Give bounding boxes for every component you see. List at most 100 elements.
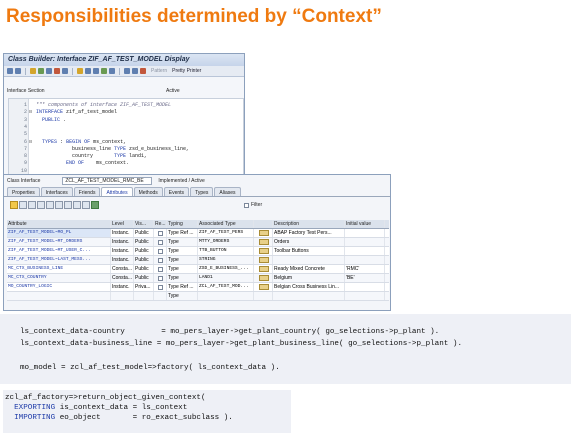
- column-header[interactable]: Associated Type: [198, 220, 254, 228]
- cell-level[interactable]: Instanc.: [111, 238, 134, 246]
- table-row[interactable]: Type: [7, 292, 389, 301]
- paste-icon[interactable]: [37, 201, 45, 209]
- navigate-type-icon[interactable]: [258, 257, 269, 263]
- check-icon[interactable]: [46, 68, 52, 74]
- read-only-checkbox[interactable]: [158, 266, 163, 272]
- column-header[interactable]: Initial value: [345, 220, 385, 228]
- cell-initial[interactable]: [345, 283, 385, 291]
- cell-description[interactable]: Toolbar Buttons: [273, 247, 345, 255]
- cell-typing[interactable]: Type: [167, 238, 198, 246]
- read-only-checkbox[interactable]: [158, 284, 163, 290]
- read-only-checkbox[interactable]: [158, 248, 163, 254]
- cell-initial[interactable]: [345, 238, 385, 246]
- pretty-printer-button[interactable]: Pretty Printer: [172, 68, 201, 74]
- tab-events[interactable]: Events: [163, 187, 190, 196]
- read-only-checkbox[interactable]: [158, 257, 163, 263]
- cell-level[interactable]: Instanc.: [111, 247, 134, 255]
- layout-icon[interactable]: [132, 68, 138, 74]
- tab-types[interactable]: Types: [190, 187, 214, 196]
- cell-level[interactable]: Instanc.: [111, 229, 134, 237]
- tab-interfaces[interactable]: Interfaces: [40, 187, 73, 196]
- cell-description[interactable]: Belgian Cross Business Lin...: [273, 283, 345, 291]
- cell-attribute[interactable]: MO_COUNTRY_LOGIC: [7, 283, 111, 291]
- table-row[interactable]: ZIF_AF_TEST_MODEL~MT_USER_C... Instanc. Pu…: [7, 247, 389, 256]
- cell-description[interactable]: Ready Mixed Concrete: [273, 265, 345, 273]
- code-editor[interactable]: 1 *"* components of interface ZIF_AF_TES…: [8, 98, 244, 175]
- read-only-checkbox[interactable]: [158, 275, 163, 281]
- new-attribute-icon[interactable]: [10, 201, 18, 209]
- back-icon[interactable]: [7, 68, 13, 74]
- column-header[interactable]: Level: [111, 220, 134, 228]
- filter-option[interactable]: Filter: [244, 202, 262, 208]
- tab-friends[interactable]: Friends: [73, 187, 101, 196]
- detail-view-icon[interactable]: [73, 201, 81, 209]
- cell-navigate[interactable]: [254, 283, 273, 291]
- table-row[interactable]: MO_COUNTRY_LOGIC Instanc. Priva... Type Ref…: [7, 283, 389, 292]
- table-icon[interactable]: [91, 201, 99, 209]
- cell-typing[interactable]: Type: [167, 247, 198, 255]
- cell-assoc-type[interactable]: TTB_BUTTON: [198, 247, 254, 255]
- delete-row-icon[interactable]: [55, 201, 63, 209]
- copy-icon[interactable]: [28, 201, 36, 209]
- navigate-type-icon[interactable]: [258, 275, 269, 281]
- cell-assoc-type[interactable]: STRING: [198, 256, 254, 264]
- pattern-button[interactable]: Pattern: [151, 68, 167, 74]
- cut-icon[interactable]: [19, 201, 27, 209]
- cell-read-only[interactable]: [154, 247, 167, 255]
- column-header[interactable]: Attribute: [7, 220, 111, 228]
- cell-attribute[interactable]: ZIF_AF_TEST_MODEL~MT_ORDERS: [7, 238, 111, 246]
- cell-assoc-type[interactable]: MTTY_ORDERS: [198, 238, 254, 246]
- undo-icon[interactable]: [64, 201, 72, 209]
- column-header[interactable]: Re...: [154, 220, 167, 228]
- cell-initial[interactable]: 'BE': [345, 274, 385, 282]
- cell-level[interactable]: Instanc.: [111, 283, 134, 291]
- cell-read-only[interactable]: [154, 238, 167, 246]
- cell-assoc-type[interactable]: ZCL_AF_TEST_MOD...: [198, 283, 254, 291]
- column-header[interactable]: Description: [273, 220, 345, 228]
- display-change-icon[interactable]: [38, 68, 44, 74]
- cell-assoc-type[interactable]: ZIF_AF_TEST_PERS: [198, 229, 254, 237]
- display-object-list-icon[interactable]: [101, 68, 107, 74]
- cell-attribute[interactable]: ZIF_AF_TEST_MODEL~MO_PL: [7, 229, 111, 237]
- cell-level[interactable]: Instanc.: [111, 256, 134, 264]
- cell-typing[interactable]: Type Ref ...: [167, 229, 198, 237]
- cell-initial[interactable]: [345, 229, 385, 237]
- cell-level[interactable]: [111, 292, 134, 300]
- cell-navigate[interactable]: [254, 265, 273, 273]
- cell-level[interactable]: Consta...: [111, 274, 134, 282]
- cell-typing[interactable]: Type: [167, 274, 198, 282]
- cell-initial[interactable]: [345, 292, 385, 300]
- cell-navigate[interactable]: [254, 238, 273, 246]
- insert-row-icon[interactable]: [46, 201, 54, 209]
- cell-description[interactable]: Belgium: [273, 274, 345, 282]
- table-row[interactable]: ZIF_AF_TEST_MODEL~MO_PL Instanc. Public Typ…: [7, 229, 389, 238]
- cell-read-only[interactable]: [154, 274, 167, 282]
- activate-icon[interactable]: [54, 68, 60, 74]
- cell-attribute[interactable]: ZIF_AF_TEST_MODEL~LAST_MESS...: [7, 256, 111, 264]
- class-name-field[interactable]: ZCL_AF_TEST_MODEL_RMC_BE: [62, 176, 153, 185]
- table-row[interactable]: ZIF_AF_TEST_MODEL~MT_ORDERS Instanc. Publi…: [7, 238, 389, 247]
- cell-description[interactable]: Orders: [273, 238, 345, 246]
- cell-visibility[interactable]: [134, 292, 154, 300]
- where-used-icon[interactable]: [77, 68, 83, 74]
- navigate-type-icon[interactable]: [258, 266, 269, 272]
- cell-typing[interactable]: Type Ref ...: [167, 283, 198, 291]
- cell-assoc-type[interactable]: ZSD_E_BUSINESS_...: [198, 265, 254, 273]
- cell-typing[interactable]: Type: [167, 292, 198, 300]
- cell-read-only[interactable]: [154, 256, 167, 264]
- navigate-type-icon[interactable]: [258, 239, 269, 245]
- cell-visibility[interactable]: Public: [134, 247, 154, 255]
- hierarchy-icon[interactable]: [93, 68, 99, 74]
- sort-icon[interactable]: [82, 201, 90, 209]
- cell-navigate[interactable]: [254, 292, 273, 300]
- cell-navigate[interactable]: [254, 229, 273, 237]
- cell-description[interactable]: [273, 292, 345, 300]
- cell-visibility[interactable]: Public: [134, 274, 154, 282]
- cell-assoc-type[interactable]: [198, 292, 254, 300]
- filter-checkbox[interactable]: [244, 202, 249, 208]
- cell-visibility[interactable]: Priva...: [134, 283, 154, 291]
- cell-attribute[interactable]: [7, 292, 111, 300]
- cell-visibility[interactable]: Public: [134, 229, 154, 237]
- cell-initial[interactable]: [345, 247, 385, 255]
- cell-attribute[interactable]: MC_CTX_COUNTRY: [7, 274, 111, 282]
